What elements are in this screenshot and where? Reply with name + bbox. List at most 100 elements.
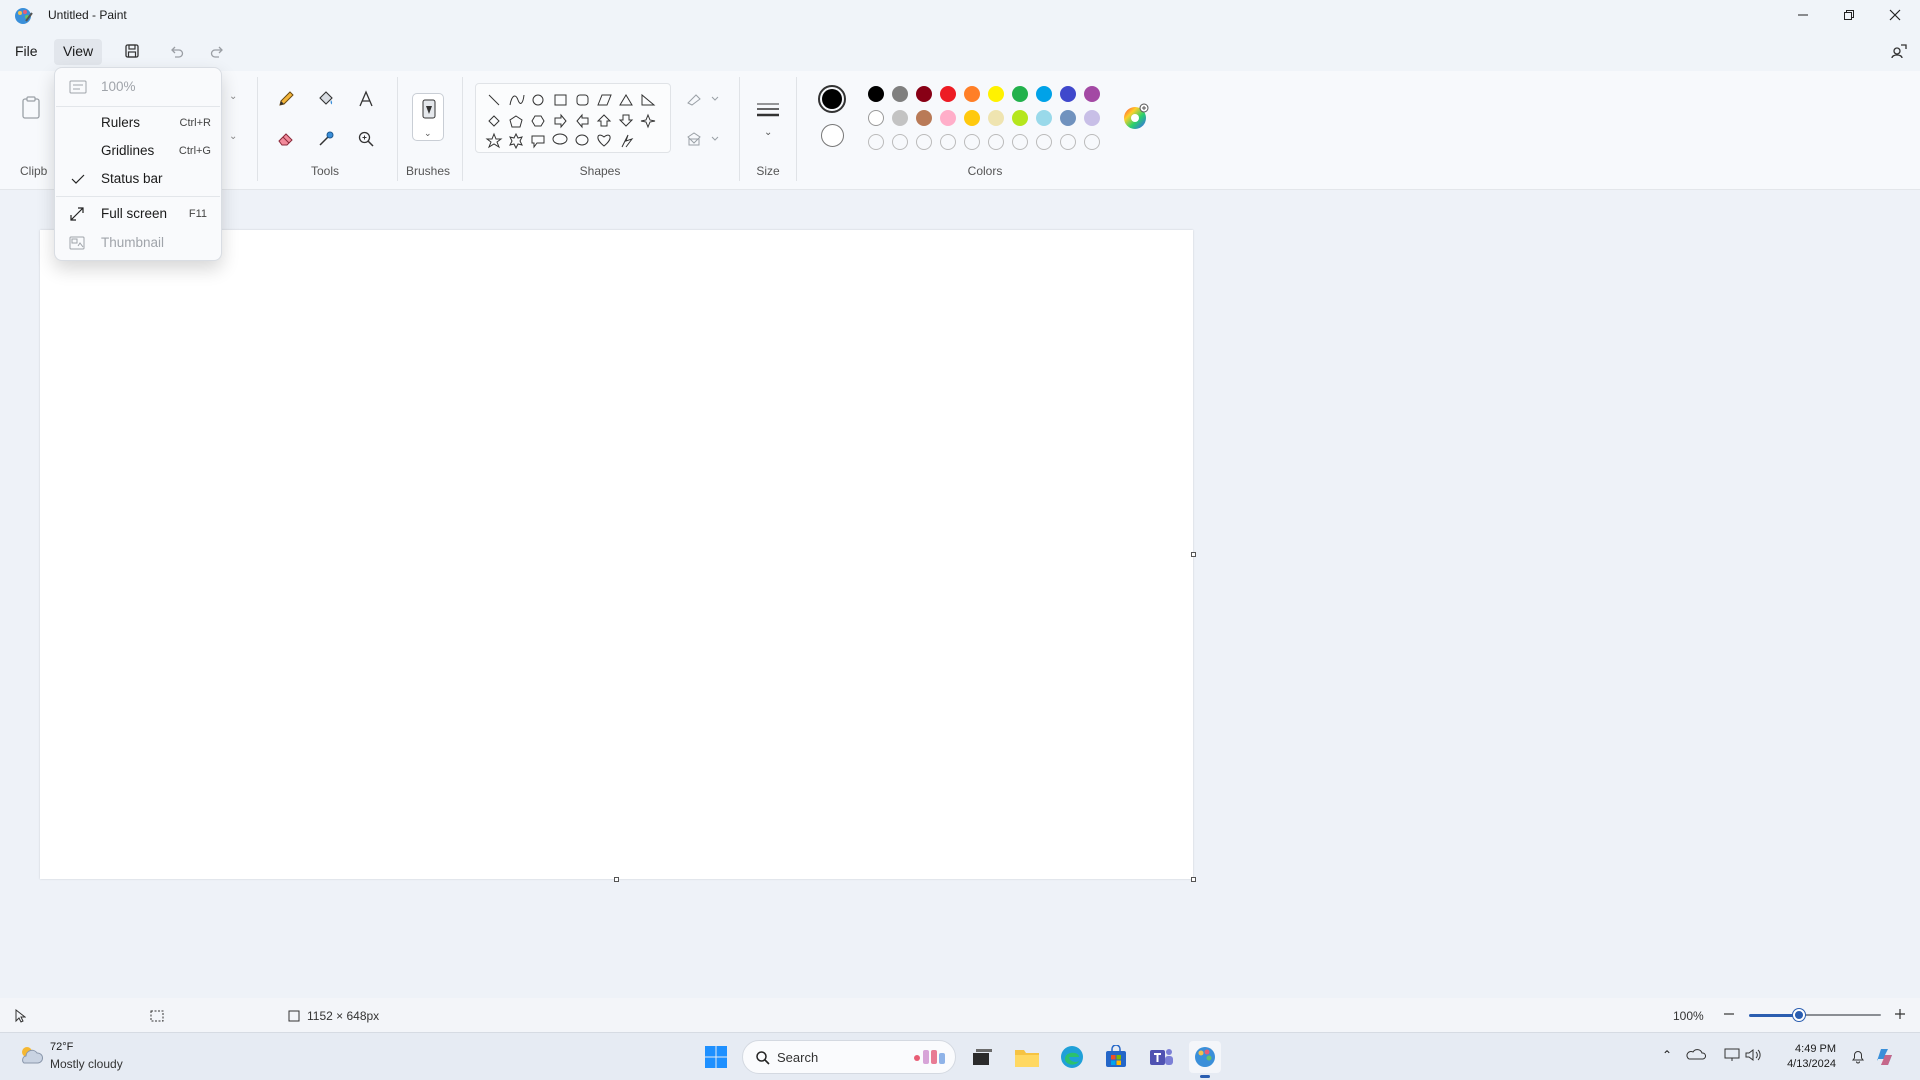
custom-color-slot[interactable] bbox=[1012, 134, 1028, 150]
color-swatch[interactable] bbox=[1084, 86, 1100, 102]
view-menu-rulers[interactable]: Rulers Ctrl+R bbox=[59, 109, 219, 137]
status-bar-label: Status bar bbox=[101, 171, 163, 186]
chevron-down-icon[interactable]: ⌄ bbox=[764, 127, 772, 138]
share-icon[interactable] bbox=[1888, 40, 1910, 62]
paste-icon[interactable] bbox=[18, 95, 44, 121]
rulers-label: Rulers bbox=[101, 115, 141, 130]
full-screen-label: Full screen bbox=[101, 206, 168, 221]
custom-color-slot[interactable] bbox=[1036, 134, 1052, 150]
color-picker-icon[interactable] bbox=[313, 126, 339, 152]
color-swatch[interactable] bbox=[1084, 110, 1100, 126]
search-highlight-icon bbox=[911, 1047, 949, 1067]
zoom-out-icon[interactable] bbox=[1722, 1007, 1736, 1024]
minimize-button[interactable] bbox=[1780, 0, 1826, 30]
color-swatch[interactable] bbox=[892, 110, 908, 126]
color-swatch[interactable] bbox=[1036, 86, 1052, 102]
taskbar-date[interactable]: 4/13/2024 bbox=[1774, 1058, 1836, 1070]
color-swatch[interactable] bbox=[964, 86, 980, 102]
secondary-color-button[interactable] bbox=[821, 124, 844, 147]
right-arrow-shape-icon bbox=[554, 113, 567, 129]
start-icon[interactable] bbox=[700, 1041, 732, 1073]
zoom-slider[interactable] bbox=[1749, 1007, 1881, 1023]
file-explorer-icon[interactable] bbox=[1011, 1041, 1043, 1073]
canvas-resize-handle-bottom[interactable] bbox=[614, 877, 619, 882]
restore-button[interactable] bbox=[1826, 0, 1872, 30]
custom-color-slot[interactable] bbox=[988, 134, 1004, 150]
group-label-tools: Tools bbox=[310, 164, 339, 178]
color-swatch[interactable] bbox=[940, 86, 956, 102]
pencil-icon[interactable] bbox=[273, 86, 299, 112]
close-button[interactable] bbox=[1872, 0, 1918, 30]
taskbar-time[interactable]: 4:49 PM bbox=[1786, 1043, 1836, 1055]
shapes-gallery[interactable] bbox=[475, 83, 671, 153]
color-swatch[interactable] bbox=[916, 86, 932, 102]
notification-icon[interactable] bbox=[1850, 1048, 1866, 1067]
magnifier-icon[interactable] bbox=[353, 126, 379, 152]
copilot-icon[interactable] bbox=[1872, 1043, 1898, 1072]
color-swatch[interactable] bbox=[940, 110, 956, 126]
custom-color-slot[interactable] bbox=[940, 134, 956, 150]
view-menu-full-screen[interactable]: Full screen F11 bbox=[59, 200, 219, 228]
ribbon-separator bbox=[796, 77, 797, 181]
color-swatch[interactable] bbox=[988, 110, 1004, 126]
show-hidden-icons-icon[interactable]: ⌃ bbox=[1662, 1048, 1672, 1062]
fill-bucket-icon[interactable] bbox=[313, 86, 339, 112]
chevron-down-icon[interactable]: ⌄ bbox=[229, 131, 237, 142]
zoom-slider-thumb[interactable] bbox=[1793, 1009, 1805, 1021]
color-swatch[interactable] bbox=[988, 86, 1004, 102]
canvas-size-text: 1152 × 648px bbox=[307, 1009, 380, 1023]
text-icon[interactable] bbox=[353, 86, 379, 112]
line-shape-icon bbox=[488, 94, 500, 106]
paint-taskbar-icon[interactable] bbox=[1189, 1041, 1221, 1078]
color-swatch[interactable] bbox=[1012, 86, 1028, 102]
color-swatch[interactable] bbox=[1060, 86, 1076, 102]
save-icon[interactable] bbox=[121, 40, 143, 62]
undo-icon[interactable] bbox=[166, 40, 188, 62]
group-label-brushes: Brushes bbox=[405, 164, 451, 178]
lightning-shape-icon bbox=[621, 134, 634, 148]
edit-colors-icon[interactable] bbox=[1122, 103, 1150, 134]
network-icon[interactable] bbox=[1724, 1048, 1740, 1065]
view-menu-gridlines[interactable]: Gridlines Ctrl+G bbox=[59, 137, 219, 165]
color-swatch[interactable] bbox=[868, 86, 884, 102]
task-view-icon[interactable] bbox=[966, 1041, 998, 1073]
zoom-in-icon[interactable] bbox=[1893, 1007, 1907, 1024]
brushes-button[interactable]: ⌄ bbox=[412, 93, 444, 141]
color-swatch[interactable] bbox=[868, 110, 884, 126]
menu-file[interactable]: File bbox=[6, 39, 47, 65]
custom-color-slot[interactable] bbox=[1084, 134, 1100, 150]
color-swatch[interactable] bbox=[1060, 110, 1076, 126]
color-swatch[interactable] bbox=[964, 110, 980, 126]
view-menu-status-bar[interactable]: Status bar bbox=[59, 165, 219, 193]
chevron-down-icon[interactable]: ⌄ bbox=[229, 91, 237, 102]
volume-icon[interactable] bbox=[1744, 1048, 1762, 1065]
edge-icon[interactable] bbox=[1056, 1041, 1088, 1073]
ribbon-separator bbox=[462, 77, 463, 181]
primary-color-swatch bbox=[822, 89, 842, 109]
custom-color-slot[interactable] bbox=[1060, 134, 1076, 150]
color-swatch[interactable] bbox=[892, 86, 908, 102]
drawing-canvas[interactable] bbox=[40, 230, 1193, 879]
onedrive-icon[interactable] bbox=[1686, 1047, 1707, 1064]
size-icon[interactable] bbox=[756, 101, 780, 124]
color-swatch[interactable] bbox=[916, 110, 932, 126]
color-swatch[interactable] bbox=[1012, 110, 1028, 126]
custom-color-slot[interactable] bbox=[916, 134, 932, 150]
canvas-resize-handle-corner[interactable] bbox=[1191, 877, 1196, 882]
custom-color-slot[interactable] bbox=[868, 134, 884, 150]
outline-icon[interactable] bbox=[686, 91, 720, 110]
taskbar-search-box[interactable]: Search bbox=[742, 1040, 956, 1074]
store-icon[interactable] bbox=[1100, 1041, 1132, 1073]
custom-color-slot[interactable] bbox=[892, 134, 908, 150]
redo-icon[interactable] bbox=[206, 40, 228, 62]
primary-color-button[interactable] bbox=[818, 85, 846, 113]
custom-color-slot[interactable] bbox=[964, 134, 980, 150]
chevron-down-icon: ⌄ bbox=[424, 128, 432, 138]
menu-view[interactable]: View bbox=[54, 39, 103, 65]
color-swatch[interactable] bbox=[1036, 110, 1052, 126]
fill-icon[interactable] bbox=[686, 131, 720, 150]
eraser-icon[interactable] bbox=[273, 126, 299, 152]
weather-icon[interactable] bbox=[16, 1043, 44, 1070]
teams-icon[interactable] bbox=[1145, 1041, 1177, 1073]
canvas-resize-handle-right[interactable] bbox=[1191, 552, 1196, 557]
